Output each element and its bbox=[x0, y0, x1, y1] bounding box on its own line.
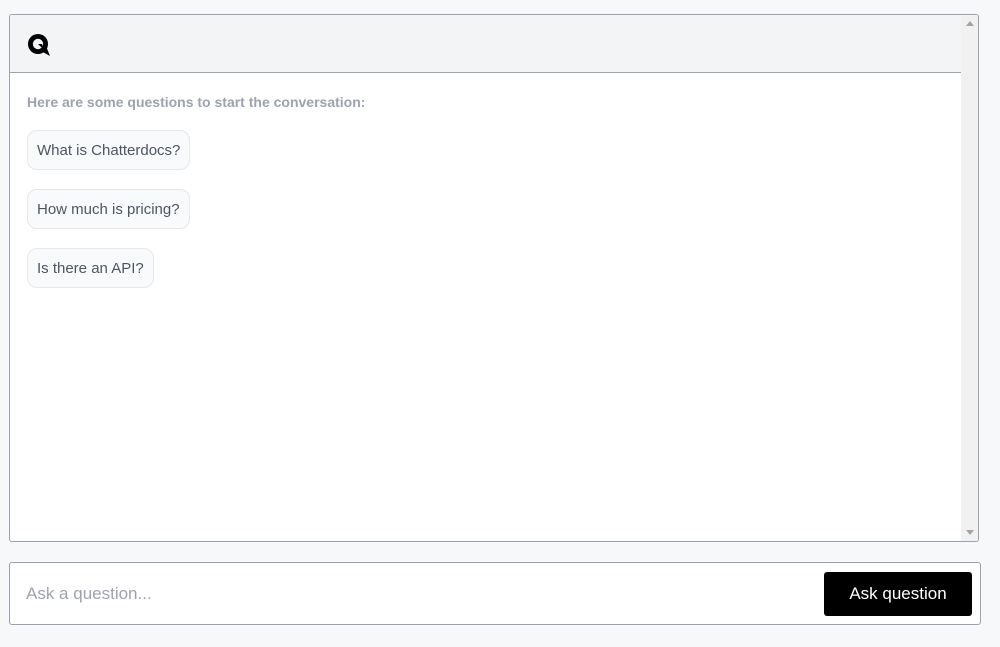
vertical-scrollbar[interactable] bbox=[961, 15, 978, 541]
chat-header bbox=[10, 15, 962, 73]
suggestion-what-is-chatterdocs[interactable]: What is Chatterdocs? bbox=[27, 130, 191, 170]
suggestion-api[interactable]: Is there an API? bbox=[27, 248, 154, 288]
question-input-bar: Ask question bbox=[9, 562, 981, 625]
suggestion-pricing[interactable]: How much is pricing? bbox=[27, 189, 190, 229]
ask-question-button[interactable]: Ask question bbox=[824, 572, 972, 616]
chat-bubble-logo-icon bbox=[28, 34, 50, 56]
scroll-down-arrow[interactable] bbox=[961, 524, 978, 541]
chat-panel: Here are some questions to start the con… bbox=[9, 14, 979, 542]
scroll-up-arrow[interactable] bbox=[961, 15, 978, 32]
message-area: Here are some questions to start the con… bbox=[10, 73, 962, 541]
conversation-starter-heading: Here are some questions to start the con… bbox=[27, 94, 366, 110]
question-input[interactable] bbox=[26, 575, 806, 613]
